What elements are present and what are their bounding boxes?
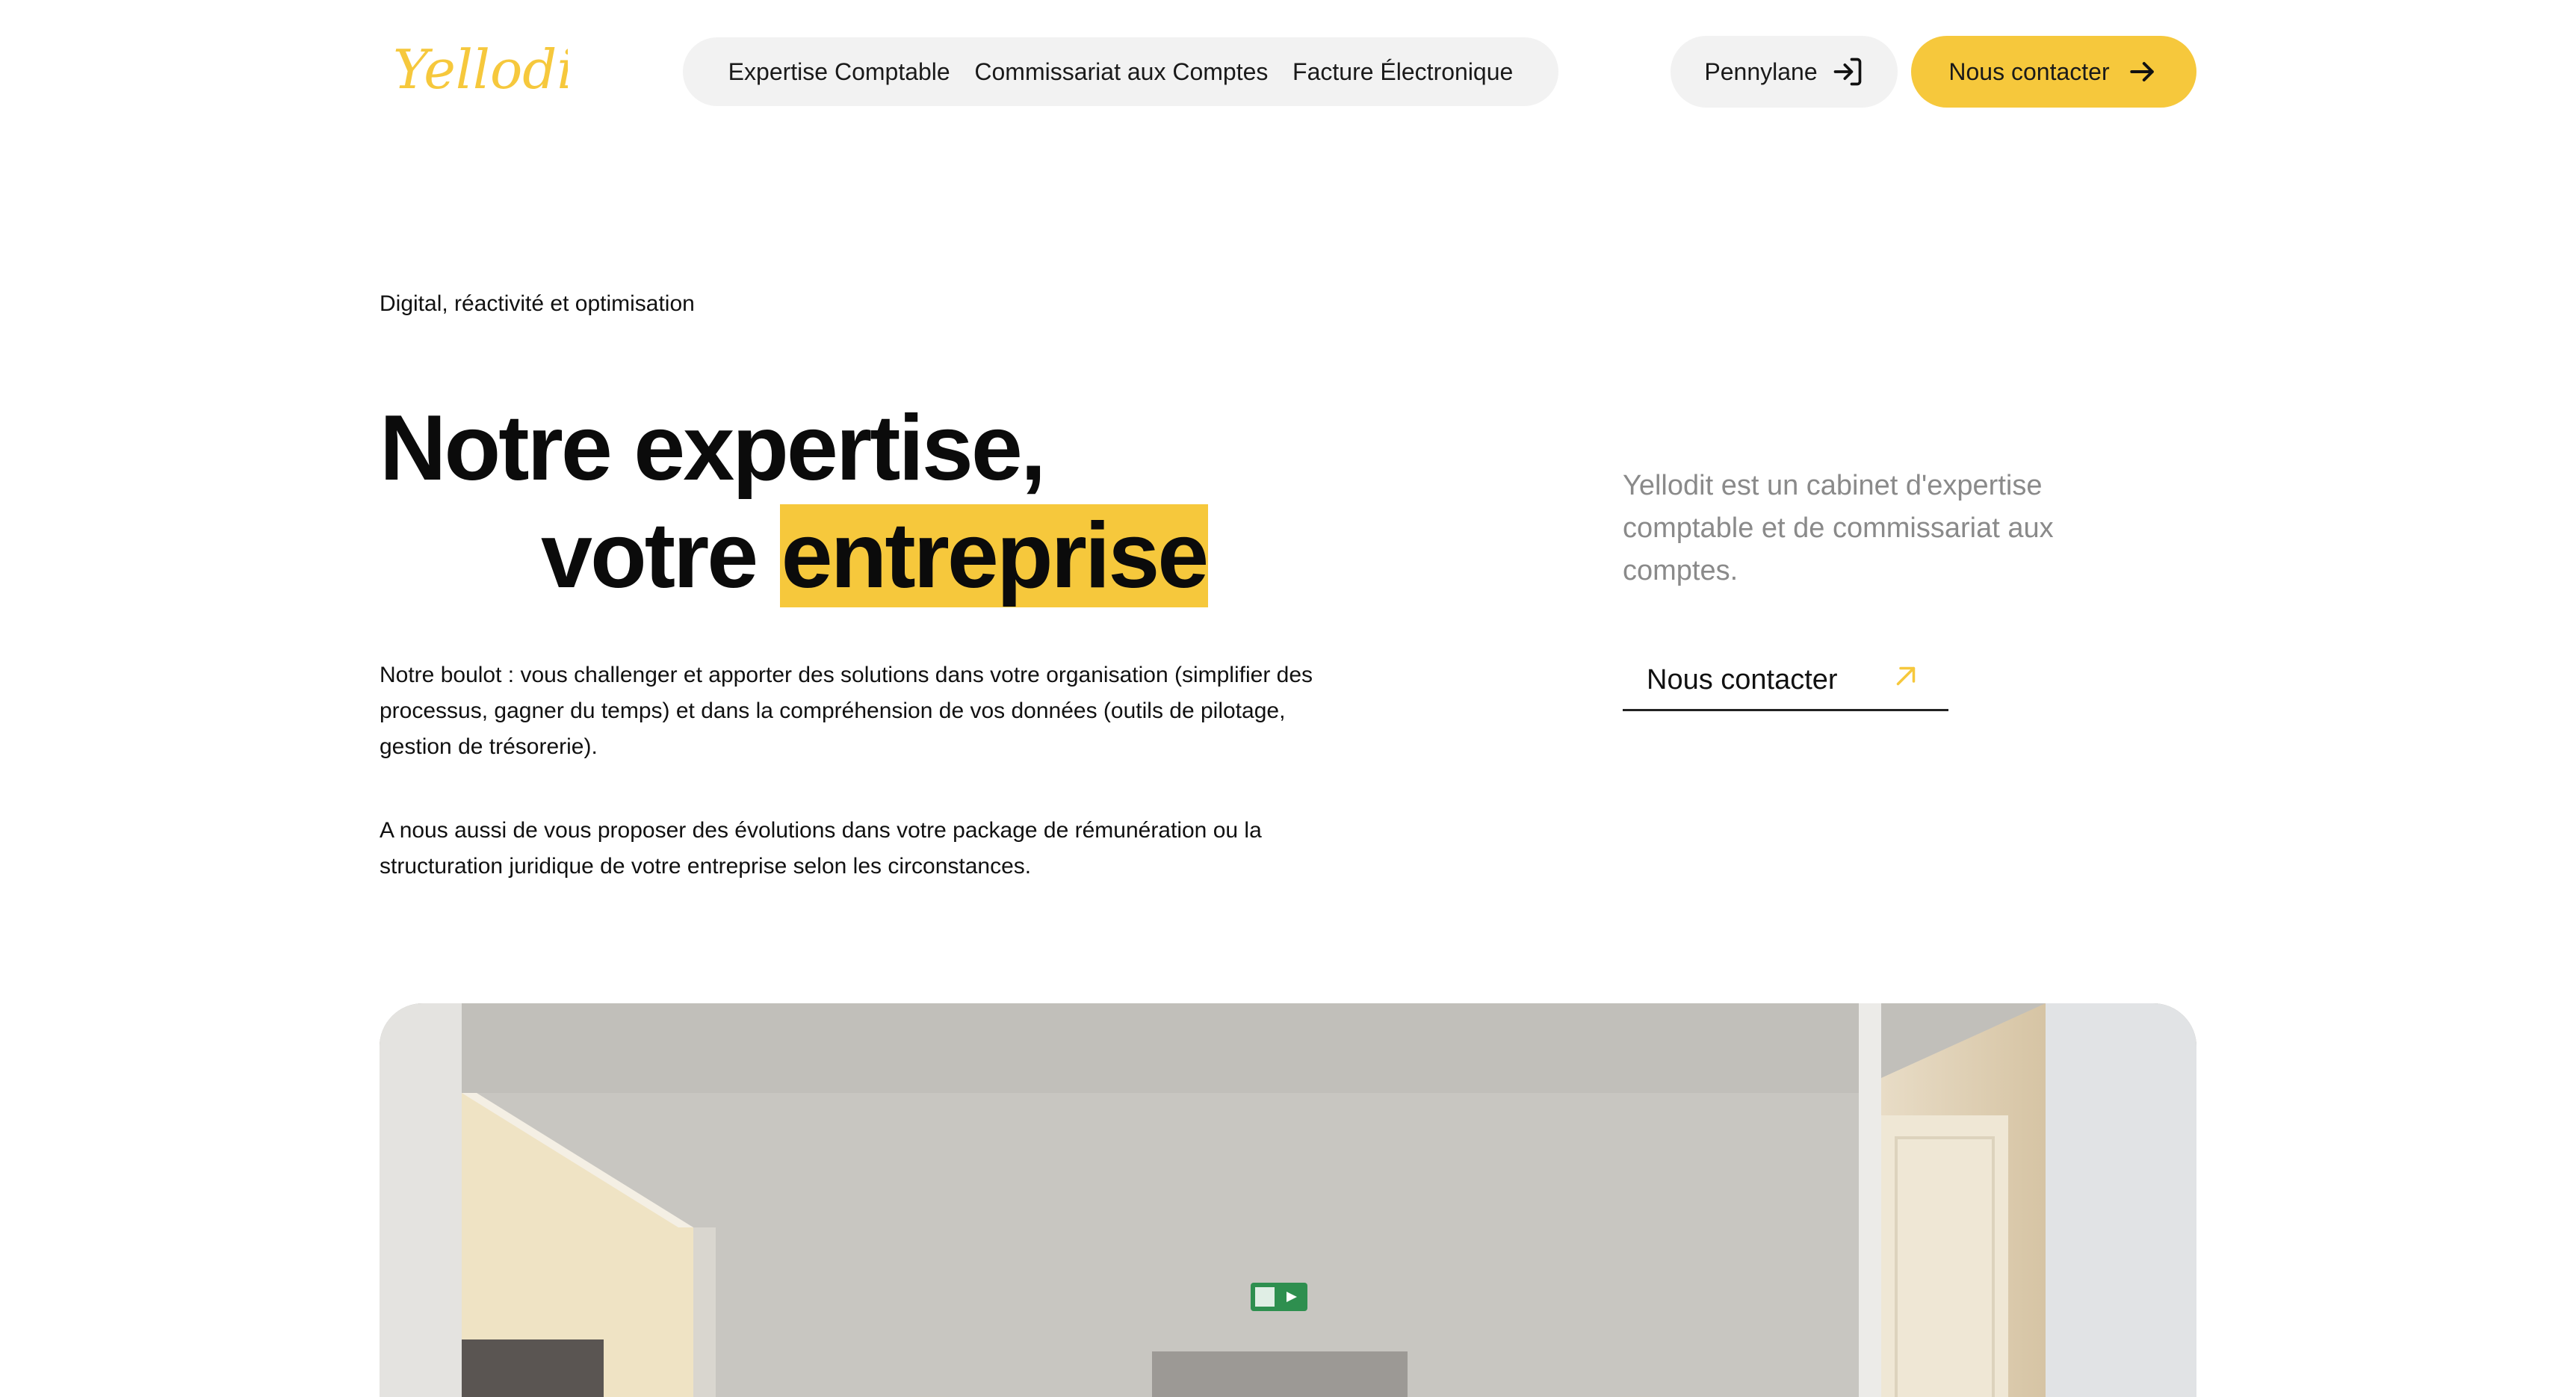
svg-text:Yellodit.: Yellodit. xyxy=(393,38,568,101)
arrow-right-icon xyxy=(2129,61,2154,82)
nav-link-facture-electronique[interactable]: Facture Électronique xyxy=(1292,58,1513,86)
office-corridor-image xyxy=(380,1003,2196,1397)
nav-link-commissariat-aux-comptes[interactable]: Commissariat aux Comptes xyxy=(974,58,1268,86)
hero-headline: Notre expertise, votre entreprise xyxy=(380,394,1209,610)
arrow-up-right-icon xyxy=(1896,666,1916,686)
headline-highlight: entreprise xyxy=(779,504,1209,607)
contact-button-header[interactable]: Nous contacter xyxy=(1911,36,2196,108)
hero-paragraph-2: A nous aussi de vous proposer des évolut… xyxy=(380,818,1262,879)
login-icon xyxy=(1833,58,1861,86)
brand-logo[interactable]: Yellodit. xyxy=(388,36,613,118)
nav-link-expertise-comptable[interactable]: Expertise Comptable xyxy=(728,58,950,86)
pennylane-button-label: Pennylane xyxy=(1704,58,1818,85)
contact-button-label: Nous contacter xyxy=(1948,58,2110,85)
hero-side-description: Yellodit est un cabinet d'expertise comp… xyxy=(1623,470,2054,586)
contact-link-label: Nous contacter xyxy=(1647,664,1838,696)
office-scene-illustration xyxy=(380,1003,2196,1397)
logo-wordmark: Yellodit. xyxy=(393,38,613,101)
main-nav: Expertise Comptable Commissariat aux Com… xyxy=(683,37,1558,106)
hero-paragraph-1: Notre boulot : vous challenger et apport… xyxy=(380,663,1313,759)
hero-eyebrow: Digital, réactivité et optimisation xyxy=(380,291,695,316)
headline-prefix: votre xyxy=(541,504,758,607)
pennylane-button[interactable]: Pennylane xyxy=(1671,36,1898,108)
headline-line-1: Notre expertise, xyxy=(380,397,1046,500)
contact-link[interactable]: Nous contacter xyxy=(1623,651,1948,711)
headline-line-2: votre entreprise xyxy=(380,502,1209,610)
